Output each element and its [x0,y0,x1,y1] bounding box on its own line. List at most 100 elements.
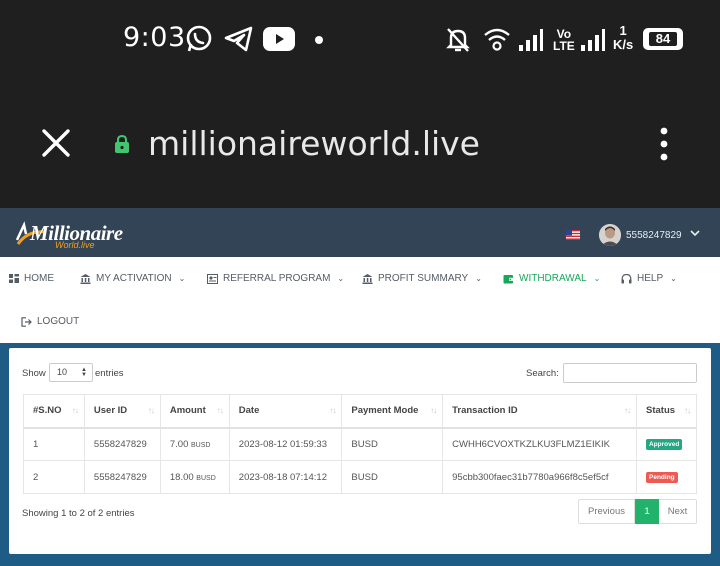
bank-icon [362,273,373,284]
chevron-down-icon[interactable] [690,229,700,237]
battery-level: 84 [649,32,677,46]
sort-icon: ↑↓ [71,406,79,415]
nav-item-home[interactable]: HOME [9,273,54,284]
cell-user-id: 5558247829 [83,427,161,461]
column-header-status[interactable]: Status ↑↓ [636,394,697,429]
wifi-icon [484,28,510,51]
wallet-icon [503,274,514,283]
network-speed-unit: K/s [613,37,634,52]
nav-item-logout[interactable]: LOGOUT [21,316,79,327]
network-speed: 1 K/s [613,24,633,52]
column-header-user-id[interactable]: User ID ↑↓ [83,394,161,429]
column-header-transaction-id[interactable]: Transaction ID ↑↓ [442,394,637,429]
previous-button[interactable]: Previous [578,499,635,524]
column-label: Date [238,405,260,417]
entries-label: entries [95,368,124,379]
chevron-down-icon: ⌄ [337,274,345,283]
column-header-sno[interactable]: #S.NO ↑↓ [23,394,85,429]
signal-icon [519,29,543,51]
column-label: Amount [169,405,206,417]
nav-label-profit-summary: PROFIT SUMMARY [378,273,469,284]
telegram-icon [224,26,253,52]
page-size-select[interactable]: 10 ▲ ▼ [49,363,93,382]
volte-icon: Vo LTE [553,27,575,53]
cell-payment-mode: BUSD [341,427,444,461]
nav-item-referral-program[interactable]: REFERRAL PROGRAM ⌄ [207,273,344,284]
nav-item-my-activation[interactable]: MY ACTIVATION ⌄ [80,273,185,284]
referral-icon [207,273,218,284]
search-input[interactable] [563,363,697,383]
browser-url-bar: millionaireworld.live [0,80,720,208]
table-row: 2 5558247829 18.00 BUSD 2023-08-18 07:14… [23,460,697,494]
cell-amount: 7.00 BUSD [159,427,230,461]
cell-date: 2023-08-12 01:59:33 [228,427,343,461]
headphones-icon [621,273,632,283]
column-label: #S.NO [33,405,62,417]
dashboard-icon [9,274,19,283]
nav-item-profit-summary[interactable]: PROFIT SUMMARY ⌄ [362,273,482,284]
nav-label-home: HOME [24,273,54,284]
next-button[interactable]: Next [659,499,697,524]
table-row: 1 5558247829 7.00 BUSD 2023-08-12 01:59:… [23,427,697,461]
lock-icon[interactable] [113,135,131,153]
select-arrows-icon: ▲ ▼ [81,367,87,378]
search-label: Search: [526,368,559,379]
main-nav: HOME MY ACTIVATION ⌄ REFERRAL PROGRAM ⌄ PR… [0,257,720,343]
bank-icon [80,273,91,284]
nav-label-my-activation: MY ACTIVATION [96,273,172,284]
amount-currency: BUSD [196,474,216,482]
column-header-date[interactable]: Date ↑↓ [228,394,343,429]
status-badge: Pending [646,472,678,483]
column-label: User ID [93,405,128,417]
cell-sno: 1 [23,427,85,461]
status-bar: 9:03 Vo LTE 1 K/s 84 [0,0,720,80]
us-flag-icon[interactable] [566,230,580,240]
column-header-payment-mode[interactable]: Payment Mode ↑↓ [341,394,444,429]
cell-user-id: 5558247829 [83,460,161,494]
sort-icon: ↑↓ [329,406,336,415]
close-icon[interactable] [40,127,72,159]
cell-sno: 2 [23,460,85,494]
cell-transaction-id: 95cbb300faec31b7780a966f8c5ef5cf [442,460,637,494]
nav-item-withdrawal[interactable]: WITHDRAWAL ⌄ [503,273,600,284]
page-1-button[interactable]: 1 [635,499,659,524]
withdrawal-card: Show 10 ▲ ▼ entries Search: #S.NO ↑↓ User … [9,348,711,554]
withdrawal-table: #S.NO ↑↓ User ID ↑↓ Amount ↑↓ Date ↑↓ Paymen… [23,394,697,494]
amount-value: 7.00 [169,438,189,450]
youtube-icon [263,27,295,51]
column-label: Transaction ID [452,405,518,417]
dot-icon [315,36,323,44]
cell-amount: 18.00 BUSD [159,460,230,494]
sort-icon: ↑↓ [684,406,691,415]
whatsapp-icon [186,25,212,52]
amount-value: 18.00 [169,471,194,483]
column-label: Payment Mode [351,405,419,417]
logo-subtext: World.live [55,240,95,250]
user-id-label[interactable]: 5558247829 [626,230,682,241]
nav-label-logout: LOGOUT [37,316,80,327]
url-text[interactable]: millionaireworld.live [148,124,480,163]
cell-status: Pending [636,460,697,494]
nav-item-help[interactable]: HELP ⌄ [621,273,677,284]
logout-icon [21,316,32,327]
amount-currency: BUSD [191,441,211,449]
sort-icon: ↑↓ [624,406,631,415]
chevron-down-icon: ⌄ [178,274,186,283]
nav-label-withdrawal: WITHDRAWAL [519,273,587,284]
page-size-value: 10 [57,367,68,377]
sort-icon: ↑↓ [147,406,155,415]
cell-transaction-id: CWHH6CVOXTKZLKU3FLMZ1EIKIK [442,427,637,461]
column-header-amount[interactable]: Amount ↑↓ [159,394,230,429]
cell-payment-mode: BUSD [341,460,444,494]
table-header-row: #S.NO ↑↓ User ID ↑↓ Amount ↑↓ Date ↑↓ Paymen… [23,394,697,429]
battery-icon: 84 [643,28,683,50]
kebab-menu-icon[interactable] [655,127,673,163]
avatar[interactable] [599,224,621,246]
chevron-down-icon: ⌄ [475,274,482,283]
sort-icon: ↑↓ [216,406,224,415]
sort-icon: ↑↓ [430,406,437,415]
network-speed-value: 1 [619,23,627,38]
status-badge: Approved [646,439,683,451]
cell-status: Approved [636,427,697,461]
nav-label-help: HELP [637,273,664,284]
